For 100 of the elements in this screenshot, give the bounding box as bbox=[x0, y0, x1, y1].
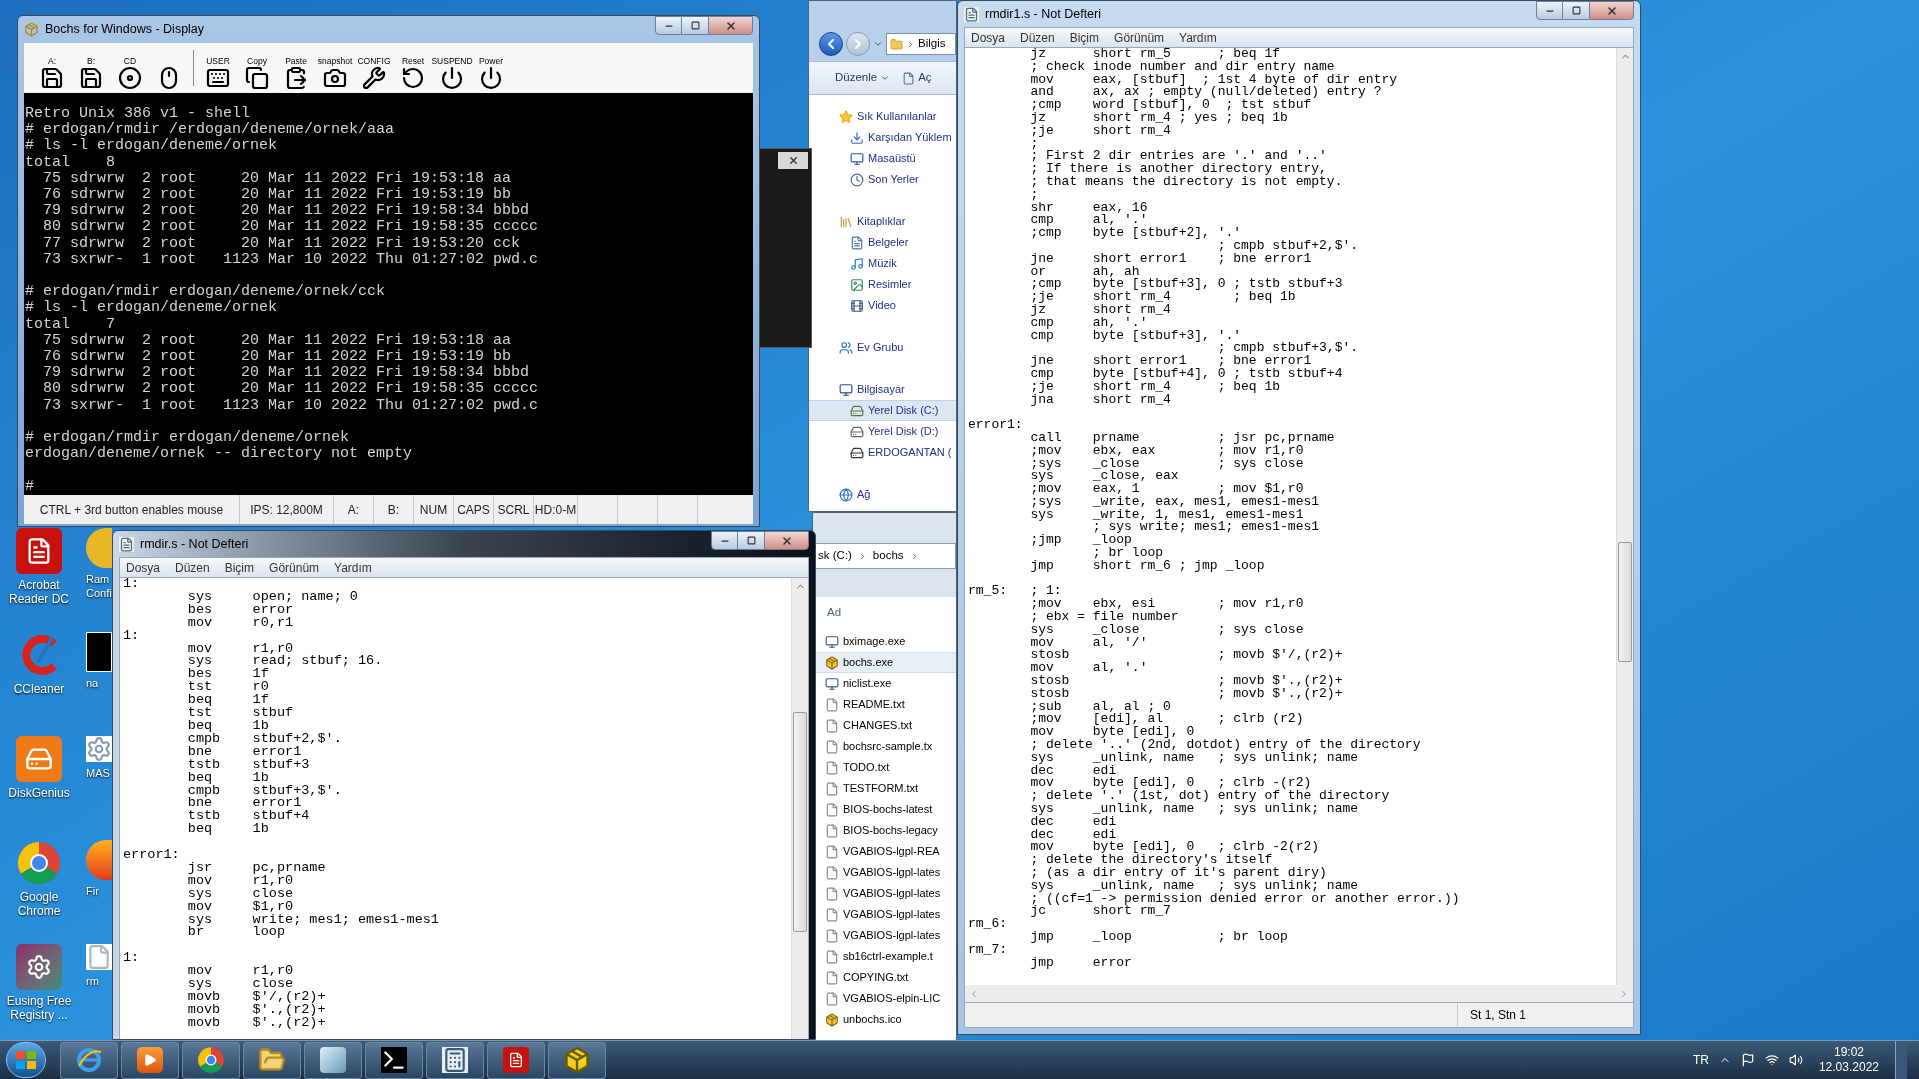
menu-item[interactable]: Görünüm bbox=[1114, 28, 1165, 47]
desktop-icon-label[interactable]: Google Chrome bbox=[0, 890, 78, 918]
toolbar-button[interactable]: Copy bbox=[239, 46, 275, 90]
menu-item[interactable]: Görünüm bbox=[269, 558, 320, 577]
nav-item[interactable]: Sık Kullanılanlar bbox=[809, 106, 956, 127]
minimize-button[interactable] bbox=[1536, 1, 1563, 20]
taskbar-button[interactable] bbox=[304, 1041, 362, 1079]
file-row[interactable]: niclist.exe bbox=[813, 673, 956, 694]
speaker-icon[interactable] bbox=[1788, 1053, 1803, 1067]
file-row[interactable]: BIOS-bochs-latest bbox=[813, 799, 956, 820]
scrollbar[interactable] bbox=[791, 578, 808, 1039]
nav-item[interactable]: ERDOGANTAN ( bbox=[809, 442, 956, 463]
nav-item[interactable]: Kitaplıklar bbox=[809, 211, 956, 232]
file-row[interactable]: TESTFORM.txt bbox=[813, 778, 956, 799]
file-row[interactable]: VGABIOS-elpin-LIC bbox=[813, 988, 956, 1009]
language-indicator[interactable]: TR bbox=[1692, 1051, 1709, 1069]
toolbar-button[interactable]: snapshot bbox=[317, 46, 353, 90]
close-button[interactable] bbox=[708, 16, 753, 35]
nav-item[interactable]: Ev Grubu bbox=[809, 337, 956, 358]
breadcrumb-item[interactable]: sk (C:) bbox=[818, 547, 852, 565]
open-button[interactable]: Aç bbox=[902, 69, 932, 87]
address-bar[interactable]: sk (C:) bochs bbox=[813, 543, 956, 569]
toolbar-button[interactable]: Reset bbox=[395, 46, 431, 90]
address-bar[interactable]: Bilgis bbox=[886, 33, 956, 55]
file-row[interactable]: VGABIOS-lgpl-lates bbox=[813, 925, 956, 946]
taskbar-button[interactable] bbox=[243, 1041, 301, 1079]
file-row[interactable]: VGABIOS-lgpl-lates bbox=[813, 862, 956, 883]
menu-item[interactable]: Yardım bbox=[1179, 28, 1217, 47]
taskbar-button[interactable] bbox=[426, 1041, 484, 1079]
flag-icon[interactable] bbox=[1740, 1053, 1755, 1067]
menu-item[interactable]: Düzen bbox=[175, 558, 210, 577]
menu-item[interactable]: Düzen bbox=[1020, 28, 1055, 47]
menu-item[interactable]: Yardım bbox=[334, 558, 372, 577]
start-button[interactable] bbox=[6, 1042, 46, 1078]
desktop-icon-label[interactable]: na bbox=[86, 676, 99, 690]
file-row[interactable]: bochs.exe bbox=[813, 652, 956, 673]
maximize-button[interactable] bbox=[682, 16, 708, 35]
taskbar-button[interactable] bbox=[121, 1041, 179, 1079]
menu-item[interactable]: Biçim bbox=[224, 558, 255, 577]
back-button[interactable] bbox=[819, 32, 843, 56]
file-row[interactable]: VGABIOS-lgpl-lates bbox=[813, 883, 956, 904]
nav-item[interactable]: Video bbox=[809, 295, 956, 316]
nav-item[interactable]: Müzik bbox=[809, 253, 956, 274]
minimize-button[interactable] bbox=[655, 16, 682, 35]
taskbar-button[interactable] bbox=[365, 1041, 423, 1079]
desktop-icon-label[interactable]: DiskGenius bbox=[0, 786, 78, 800]
horizontal-scrollbar[interactable] bbox=[964, 985, 1634, 1002]
close-button[interactable] bbox=[778, 152, 808, 169]
scroll-thumb[interactable] bbox=[1618, 542, 1632, 662]
nav-item[interactable]: Yerel Disk (C:) bbox=[809, 400, 956, 421]
file-row[interactable]: bochsrc-sample.tx bbox=[813, 736, 956, 757]
nav-item[interactable]: Bilgisayar bbox=[809, 379, 956, 400]
nav-item[interactable]: Karşıdan Yüklem bbox=[809, 127, 956, 148]
close-button[interactable] bbox=[1589, 1, 1634, 20]
desktop-icon-label[interactable]: CCleaner bbox=[0, 682, 78, 696]
toolbar-button[interactable]: Paste bbox=[278, 46, 314, 90]
close-button[interactable] bbox=[764, 531, 809, 550]
taskbar-button[interactable] bbox=[548, 1041, 606, 1079]
file-row[interactable]: CHANGES.txt bbox=[813, 715, 956, 736]
toolbar-button[interactable]: A: bbox=[34, 46, 70, 90]
file-row[interactable]: TODO.txt bbox=[813, 757, 956, 778]
column-header[interactable]: Ad bbox=[813, 597, 956, 623]
desktop-icon-label[interactable]: Ram bbox=[86, 572, 112, 586]
toolbar-button[interactable]: B: bbox=[73, 46, 109, 90]
scroll-thumb[interactable] bbox=[793, 712, 807, 932]
nav-item[interactable]: Son Yerler bbox=[809, 169, 956, 190]
desktop-icon-label[interactable]: Fir bbox=[86, 884, 99, 898]
network-icon[interactable] bbox=[1764, 1053, 1779, 1067]
nav-item[interactable]: Resimler bbox=[809, 274, 956, 295]
taskbar-button[interactable] bbox=[487, 1041, 545, 1079]
file-row[interactable]: README.txt bbox=[813, 694, 956, 715]
scrollbar[interactable] bbox=[1616, 48, 1633, 985]
maximize-button[interactable] bbox=[1563, 1, 1589, 20]
menu-item[interactable]: Dosya bbox=[971, 28, 1005, 47]
desktop-icon-label[interactable]: Acrobat Reader DC bbox=[0, 578, 78, 606]
toolbar-button[interactable]: Power bbox=[473, 46, 509, 90]
clock[interactable]: 19:02 12.03.2022 bbox=[1812, 1045, 1885, 1075]
toolbar-button[interactable]: CD bbox=[112, 46, 148, 90]
nav-item[interactable]: Masaüstü bbox=[809, 148, 956, 169]
nav-item[interactable]: Yerel Disk (D:) bbox=[809, 421, 956, 442]
file-row[interactable]: sb16ctrl-example.t bbox=[813, 946, 956, 967]
organize-button[interactable]: Düzenle bbox=[835, 69, 891, 87]
nav-item[interactable]: Ağ bbox=[809, 484, 956, 505]
desktop-icon-label[interactable]: MAS bbox=[86, 766, 110, 780]
desktop-icon-label[interactable]: Confi bbox=[86, 586, 112, 600]
minimize-button[interactable] bbox=[711, 531, 738, 550]
taskbar-button[interactable] bbox=[182, 1041, 240, 1079]
file-row[interactable]: COPYING.txt bbox=[813, 967, 956, 988]
maximize-button[interactable] bbox=[738, 531, 764, 550]
show-desktop-button[interactable] bbox=[1895, 1041, 1907, 1079]
menu-item[interactable]: Biçim bbox=[1069, 28, 1100, 47]
nav-item[interactable]: Belgeler bbox=[809, 232, 956, 253]
menu-item[interactable]: Dosya bbox=[126, 558, 160, 577]
file-row[interactable]: bximage.exe bbox=[813, 631, 956, 652]
breadcrumb-item[interactable]: bochs bbox=[872, 547, 904, 565]
toolbar-button[interactable]: USER bbox=[200, 46, 236, 90]
file-row[interactable]: BIOS-bochs-legacy bbox=[813, 820, 956, 841]
toolbar-button[interactable]: CONFIG bbox=[356, 46, 392, 90]
file-row[interactable]: unbochs.ico bbox=[813, 1009, 956, 1030]
file-row[interactable]: VGABIOS-lgpl-REA bbox=[813, 841, 956, 862]
